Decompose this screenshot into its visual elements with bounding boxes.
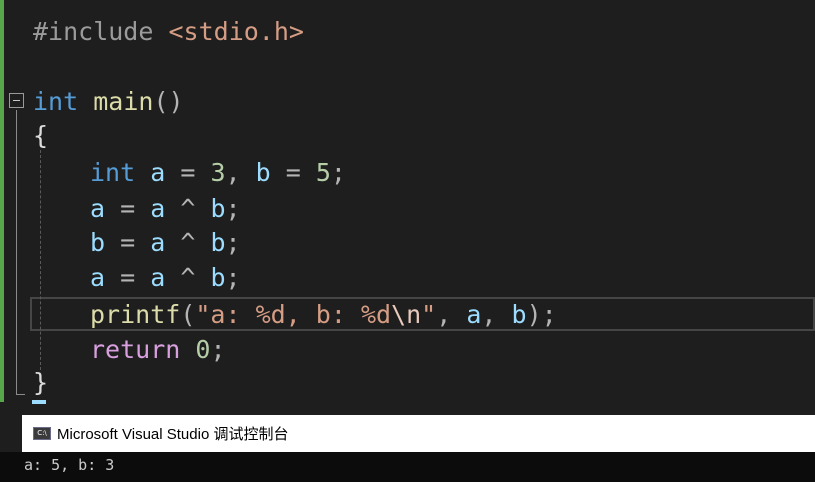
type-keyword: int bbox=[33, 87, 79, 116]
operand: a bbox=[150, 194, 166, 223]
number: 0 bbox=[195, 335, 211, 364]
number: 3 bbox=[210, 158, 226, 187]
code-line-open-brace[interactable]: { bbox=[33, 121, 48, 151]
operator: = bbox=[165, 158, 211, 187]
comma: , bbox=[225, 158, 256, 187]
operator: = bbox=[270, 158, 316, 187]
semicolon: ; bbox=[330, 158, 346, 187]
comma: , bbox=[436, 300, 467, 329]
return-keyword: return bbox=[90, 335, 181, 364]
operator: = bbox=[105, 228, 151, 257]
code-line-close-brace[interactable]: } bbox=[33, 368, 48, 398]
close-brace: } bbox=[33, 368, 49, 397]
xor-operator: ^ bbox=[165, 263, 211, 292]
code-line-return[interactable]: return 0; bbox=[90, 335, 226, 365]
xor-operator: ^ bbox=[165, 194, 211, 223]
format-string: "a: %d, b: %d bbox=[195, 300, 392, 329]
code-line-xor-2[interactable]: b = a ^ b; bbox=[90, 228, 241, 258]
change-tracking-bar bbox=[0, 0, 4, 402]
operand: a bbox=[150, 263, 166, 292]
code-line-printf[interactable]: printf("a: %d, b: %d\n", a, b); bbox=[90, 300, 557, 330]
open-brace: { bbox=[33, 121, 49, 150]
argument: b bbox=[511, 300, 527, 329]
code-line-xor-1[interactable]: a = a ^ b; bbox=[90, 194, 241, 224]
lhs-var: a bbox=[90, 194, 106, 223]
var-b: b bbox=[255, 158, 271, 187]
outline-fold-line bbox=[16, 110, 17, 395]
code-line-main[interactable]: int main() bbox=[33, 87, 184, 117]
string-end-quote: " bbox=[421, 300, 437, 329]
console-title-bar[interactable]: C:\ Microsoft Visual Studio 调试控制台 bbox=[22, 415, 815, 452]
preprocessor-directive: #include bbox=[33, 17, 154, 46]
lhs-var: b bbox=[90, 228, 106, 257]
code-line-xor-3[interactable]: a = a ^ b; bbox=[90, 263, 241, 293]
console-title: Microsoft Visual Studio 调试控制台 bbox=[57, 426, 289, 443]
open-paren: ( bbox=[180, 300, 196, 329]
include-header: <stdio.h> bbox=[168, 17, 304, 46]
semicolon: ; bbox=[210, 335, 226, 364]
var-a: a bbox=[150, 158, 166, 187]
close-paren-semicolon: ); bbox=[526, 300, 557, 329]
console-output-area[interactable]: a: 5, b: 3 bbox=[0, 452, 815, 482]
comma: , bbox=[481, 300, 512, 329]
argument: a bbox=[466, 300, 482, 329]
console-output-line: a: 5, b: 3 bbox=[24, 456, 115, 474]
code-line-include[interactable]: #include <stdio.h> bbox=[33, 17, 304, 47]
operator: = bbox=[105, 194, 151, 223]
parens: () bbox=[153, 87, 184, 116]
function-call: printf bbox=[90, 300, 181, 329]
code-line-declaration[interactable]: int a = 3, b = 5; bbox=[90, 158, 346, 188]
type-keyword: int bbox=[90, 158, 136, 187]
semicolon: ; bbox=[225, 194, 241, 223]
function-name: main bbox=[93, 87, 154, 116]
escape-sequence: \n bbox=[391, 300, 422, 329]
xor-operator: ^ bbox=[165, 228, 211, 257]
collapse-icon[interactable] bbox=[9, 93, 24, 108]
lhs-var: a bbox=[90, 263, 106, 292]
indent-guide bbox=[40, 150, 41, 370]
operand: b bbox=[210, 194, 226, 223]
console-app-icon: C:\ bbox=[33, 427, 51, 440]
operand: b bbox=[210, 263, 226, 292]
semicolon: ; bbox=[225, 228, 241, 257]
text-cursor bbox=[32, 400, 46, 404]
operator: = bbox=[105, 263, 151, 292]
code-editor[interactable]: #include <stdio.h> int main() { int a = … bbox=[0, 0, 815, 415]
operand: b bbox=[210, 228, 226, 257]
outline-fold-end bbox=[16, 394, 25, 395]
number: 5 bbox=[315, 158, 331, 187]
semicolon: ; bbox=[225, 263, 241, 292]
operand: a bbox=[150, 228, 166, 257]
